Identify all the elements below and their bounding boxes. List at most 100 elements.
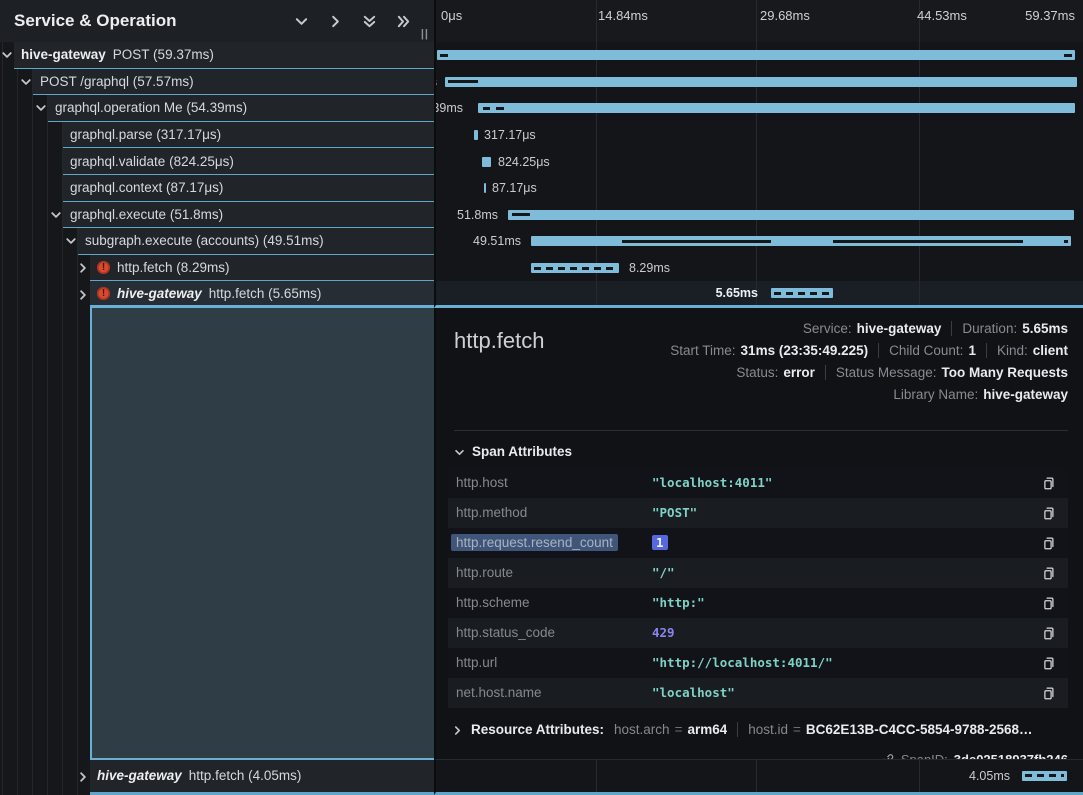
attribute-key: http.status_code [456,625,646,640]
double-chevron-right-icon[interactable] [390,8,416,34]
copy-icon[interactable] [1038,623,1058,643]
attribute-row: net.host.name "localhost" [448,678,1068,708]
attribute-key: http.request.resend_count [451,534,618,551]
copy-icon[interactable] [1038,503,1058,523]
chevron-down-icon[interactable] [288,8,314,34]
overview-value: Too Many Requests [941,365,1068,380]
chevron-down-icon[interactable] [50,209,62,221]
timeline-tick: 0μs [441,8,462,23]
span-label: http.fetch (8.29ms) [117,260,230,275]
error-icon: ! [97,261,110,274]
timeline-row: 824.25μs [434,148,1083,175]
span-id-value: 3de02518937fb246 [954,752,1068,760]
bar-duration-label: 51.8ms [457,208,505,222]
chevron-right-icon[interactable] [77,262,89,274]
attribute-key: http.route [456,565,646,580]
resource-attributes-toggle[interactable]: Resource Attributes: host.arch = arm64 h… [452,712,1068,748]
span-attributes-toggle[interactable]: Span Attributes [454,444,1068,459]
attribute-row: http.method "POST" [448,498,1068,528]
tree-row[interactable]: graphql.context (87.17μs) 87.17μs [0,175,1083,202]
copy-icon[interactable] [1038,563,1058,583]
overview-value: error [783,365,815,380]
tree-row[interactable]: graphql.parse (317.17μs) 317.17μs [0,122,1083,149]
overview-value: hive-gateway [983,387,1068,402]
timeline-bar[interactable] [484,183,486,193]
overview-label: Duration: [962,321,1017,336]
span-label: graphql.execute (51.8ms) [70,207,223,222]
tree-row[interactable]: hive-gatewayPOST (59.37ms) [0,42,1083,69]
chevron-down-icon[interactable] [20,76,32,88]
timeline-row: 317.17μs [434,122,1083,149]
tree-panel-header: Service & Operation || [0,0,434,42]
copy-icon[interactable] [1038,653,1058,673]
overview-value: client [1033,343,1068,358]
attribute-value: 429 [652,625,1038,640]
span-attributes-table: http.host "localhost:4011" http.method "… [448,468,1068,708]
attribute-row: http.route "/" [448,558,1068,588]
timeline-row: 87.17μs [434,175,1083,202]
chevron-right-icon[interactable] [77,289,89,301]
chevron-right-icon[interactable] [77,771,89,783]
overview-label: Child Count: [889,343,963,358]
timeline-bar[interactable] [482,157,491,167]
copy-icon[interactable] [1038,683,1058,703]
double-chevron-down-icon[interactable] [356,8,382,34]
bar-duration-label: 8.29ms [629,261,670,275]
bar-duration-label: 54.39ms [434,101,470,115]
copy-icon[interactable] [1038,593,1058,613]
chevron-down-icon[interactable] [35,102,47,114]
resource-key: host.id [748,722,788,737]
copy-icon[interactable] [1038,533,1058,553]
timeline-tick: 44.53ms [917,8,967,23]
timeline-bar[interactable] [478,103,1075,113]
tree-row-selected[interactable]: !hive-gatewayhttp.fetch (5.65ms) 5.65ms [0,281,1083,308]
overview-value: hive-gateway [857,321,942,336]
timeline-bar[interactable] [1022,771,1067,781]
span-id-label: SpanID: [901,752,948,760]
tree-row[interactable]: graphql.validate (824.25μs) 824.25μs [0,148,1083,175]
overview-label: Status: [736,365,778,380]
timeline-bar[interactable] [531,236,1071,246]
overview-label: Status Message: [836,365,937,380]
attribute-row-selected: http.request.resend_count 1 [448,528,1068,558]
tree-row[interactable]: subgraph.execute (accounts) (49.51ms) 49… [0,228,1083,255]
bar-duration-label: 87.17μs [492,181,537,195]
timeline-bar[interactable] [445,77,1077,87]
bar-duration-label: 5.65ms [716,286,765,300]
copy-icon[interactable] [1038,473,1058,493]
chevron-down-icon[interactable] [65,235,77,247]
equals-sign: = [793,722,801,737]
timeline-row [434,42,1083,69]
link-icon[interactable] [880,752,895,760]
tree-row[interactable]: graphql.operation Me (54.39ms) 54.39ms [0,95,1083,122]
tree-row[interactable]: hive-gatewayhttp.fetch (4.05ms) 4.05ms [0,760,1083,795]
attribute-value: "localhost" [652,685,1038,700]
span-label: http.fetch (5.65ms) [209,286,322,301]
timeline-bar[interactable] [474,130,478,140]
timeline-bar[interactable] [771,288,833,298]
tree-row[interactable]: graphql.execute (51.8ms) 51.8ms [0,202,1083,229]
tree-row[interactable]: ! http.fetch (8.29ms) 8.29ms [0,255,1083,282]
span-label: POST (59.37ms) [113,47,214,62]
bar-duration-label: 57.57ms [434,75,444,89]
chevron-down-icon[interactable] [1,49,13,61]
attribute-key: net.host.name [456,685,646,700]
timeline-row: 49.51ms [434,228,1083,255]
timeline-bar[interactable] [508,210,1074,220]
resource-value: arm64 [687,722,727,737]
panel-resize-handle[interactable]: || [421,28,429,40]
timeline-bar[interactable] [437,50,1075,60]
attribute-value: "/" [652,565,1038,580]
span-detail-title: http.fetch [454,328,545,354]
span-label: http.fetch (4.05ms) [189,768,302,783]
attribute-key: http.host [456,475,646,490]
tree-row[interactable]: POST /graphql (57.57ms) 57.57ms [0,69,1083,96]
attribute-value: "POST" [652,505,1038,520]
attribute-key: http.method [456,505,646,520]
attribute-key: http.scheme [456,595,646,610]
overview-label: Service: [803,321,852,336]
timeline-bar[interactable] [531,263,619,273]
chevron-right-icon[interactable] [322,8,348,34]
span-label: POST /graphql (57.57ms) [40,74,194,89]
chevron-right-icon [452,724,463,735]
